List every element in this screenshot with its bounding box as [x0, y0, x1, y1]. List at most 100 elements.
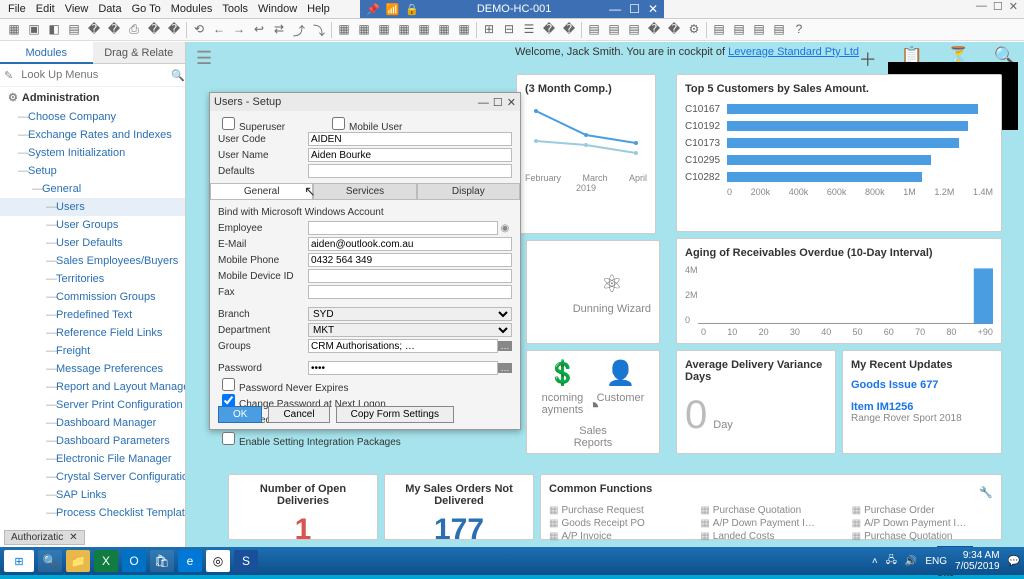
- menu-go-to[interactable]: Go To: [132, 3, 161, 15]
- task-edge-icon[interactable]: e: [178, 550, 202, 572]
- toolbar-btn-23[interactable]: ▦: [436, 22, 452, 38]
- task-outlook-icon[interactable]: O: [122, 550, 146, 572]
- toolbar-btn-0[interactable]: ▦: [6, 22, 22, 38]
- ok-button[interactable]: OK: [218, 406, 262, 423]
- close-button[interactable]: ✕: [648, 2, 658, 16]
- toolbar-btn-19[interactable]: ▦: [356, 22, 372, 38]
- pwd-never-checkbox[interactable]: [222, 378, 235, 391]
- common-purchase-quotation[interactable]: ▦Purchase Quotation: [700, 505, 841, 516]
- common-landed-costs[interactable]: ▦Landed Costs: [700, 531, 841, 541]
- toolbar-btn-3[interactable]: ▤: [66, 22, 82, 38]
- nav-system-initialization[interactable]: —System Initialization: [0, 144, 185, 162]
- department-select[interactable]: MKT: [308, 323, 512, 337]
- tray-sound-icon[interactable]: 🔊: [905, 556, 917, 567]
- menu-help[interactable]: Help: [307, 3, 330, 15]
- toolbar-btn-24[interactable]: ▦: [456, 22, 472, 38]
- nav-territories[interactable]: —Territories: [0, 270, 185, 288]
- toolbar-btn-5[interactable]: �: [106, 22, 122, 38]
- toolbar-btn-26[interactable]: ⊞: [481, 22, 497, 38]
- toolbar-btn-30[interactable]: �: [561, 22, 577, 38]
- toolbar-btn-33[interactable]: ▤: [606, 22, 622, 38]
- tab-drag-relate[interactable]: Drag & Relate: [93, 42, 186, 64]
- mobile-id-input[interactable]: [308, 269, 512, 283]
- sales-reports[interactable]: ◔Sales Reports: [560, 393, 626, 449]
- toolbar-btn-39[interactable]: ▤: [711, 22, 727, 38]
- defaults-input[interactable]: [308, 164, 512, 178]
- nav-users[interactable]: —Users: [0, 198, 185, 216]
- nav-dashboard-parameters[interactable]: —Dashboard Parameters: [0, 432, 185, 450]
- menu-modules[interactable]: Modules: [171, 3, 213, 15]
- toolbar-btn-2[interactable]: ◧: [46, 22, 62, 38]
- tray-network-icon[interactable]: 🖧: [886, 553, 897, 570]
- branch-select[interactable]: SYD: [308, 307, 512, 321]
- subtab-services[interactable]: Services: [313, 183, 416, 200]
- nav-commission-groups[interactable]: —Commission Groups: [0, 288, 185, 306]
- dialog-titlebar[interactable]: Users - Setup —☐✕: [210, 93, 520, 111]
- nav-predefined-text[interactable]: —Predefined Text: [0, 306, 185, 324]
- task-store-icon[interactable]: 🛍: [150, 550, 174, 572]
- employee-picker-icon[interactable]: ◉: [498, 223, 512, 234]
- minimize-button[interactable]: —: [609, 2, 621, 16]
- nav-tree[interactable]: —Choose Company—Exchange Rates and Index…: [0, 108, 185, 547]
- cockpit-link[interactable]: Leverage Standard Pty Ltd: [728, 46, 859, 58]
- tray-up-icon[interactable]: ˄: [872, 556, 878, 567]
- toolbar-btn-27[interactable]: ⊟: [501, 22, 517, 38]
- groups-more-icon[interactable]: …: [498, 341, 512, 351]
- nav-exchange-rates-and-indexes[interactable]: —Exchange Rates and Indexes: [0, 126, 185, 144]
- fax-input[interactable]: [308, 285, 512, 299]
- nav-message-preferences[interactable]: —Message Preferences: [0, 360, 185, 378]
- toolbar-btn-7[interactable]: �: [146, 22, 162, 38]
- toolbar-btn-37[interactable]: ⚙: [686, 22, 702, 38]
- common-a-p-invoice[interactable]: ▦A/P Invoice: [549, 531, 690, 541]
- task-chrome-icon[interactable]: ◎: [206, 550, 230, 572]
- search-icon[interactable]: 🔍: [171, 69, 185, 82]
- nav-report-and-layout-manager[interactable]: —Report and Layout Manager: [0, 378, 185, 396]
- nav-sap-links[interactable]: —SAP Links: [0, 486, 185, 504]
- outer-minimize[interactable]: —: [976, 0, 987, 13]
- nav-general[interactable]: —General: [0, 180, 185, 198]
- windows-taskbar[interactable]: ⊞ 🔍 📁 X O 🛍 e ◎ S ˄ 🖧 🔊 ENG 9:34 AM7/05/…: [0, 547, 1024, 575]
- nav-reference-field-links[interactable]: —Reference Field Links: [0, 324, 185, 342]
- toolbar-btn-41[interactable]: ▤: [751, 22, 767, 38]
- common-a-p-down-payment-i-[interactable]: ▦A/P Down Payment I…: [852, 518, 993, 529]
- nav-dashboard-manager[interactable]: —Dashboard Manager: [0, 414, 185, 432]
- menu-window[interactable]: Window: [258, 3, 297, 15]
- open-window-tab[interactable]: Authorizatic✕: [4, 530, 85, 545]
- common-purchase-request[interactable]: ▦Purchase Request: [549, 505, 690, 516]
- enable-pkg-checkbox[interactable]: [222, 432, 235, 445]
- toolbar-btn-28[interactable]: ☰: [521, 22, 537, 38]
- password-input[interactable]: [308, 361, 498, 375]
- task-excel-icon[interactable]: X: [94, 550, 118, 572]
- toolbar-btn-34[interactable]: ▤: [626, 22, 642, 38]
- plus-icon[interactable]: ＋: [859, 46, 877, 72]
- user-name-input[interactable]: [308, 148, 512, 162]
- dunning-wizard[interactable]: ⚛Dunning Wizard: [573, 270, 651, 315]
- toolbar-btn-43[interactable]: ?: [791, 22, 807, 38]
- nav-crystal-server-configuration[interactable]: —Crystal Server Configuration: [0, 468, 185, 486]
- nav-server-print-configuration[interactable]: —Server Print Configuration: [0, 396, 185, 414]
- menu-view[interactable]: View: [65, 3, 89, 15]
- common-a-p-down-payment-i-[interactable]: ▦A/P Down Payment I…: [700, 518, 841, 529]
- common-purchase-order[interactable]: ▦Purchase Order: [852, 505, 993, 516]
- nav-electronic-file-manager[interactable]: —Electronic File Manager: [0, 450, 185, 468]
- recent-link-2[interactable]: Item IM1256: [851, 401, 993, 413]
- toolbar-btn-22[interactable]: ▦: [416, 22, 432, 38]
- password-more-icon[interactable]: …: [498, 363, 512, 373]
- toolbar-btn-18[interactable]: ▦: [336, 22, 352, 38]
- task-folder-icon[interactable]: 📁: [66, 550, 90, 572]
- card-sales-orders[interactable]: My Sales Orders Not Delivered 177: [384, 474, 534, 540]
- groups-input[interactable]: [308, 339, 498, 353]
- toolbar-btn-15[interactable]: ⤴: [291, 22, 307, 38]
- dlg-min[interactable]: —: [478, 97, 489, 109]
- pencil-icon[interactable]: ✎: [4, 69, 13, 82]
- nav-setup[interactable]: —Setup: [0, 162, 185, 180]
- mobile-phone-input[interactable]: [308, 253, 512, 267]
- common-purchase-quotation[interactable]: ▦Purchase Quotation: [852, 531, 993, 541]
- toolbar-btn-6[interactable]: ⎙: [126, 22, 142, 38]
- toolbar-btn-16[interactable]: ⤵: [311, 22, 327, 38]
- toolbar-btn-8[interactable]: �: [166, 22, 182, 38]
- cancel-button[interactable]: Cancel: [268, 406, 329, 423]
- menu-tools[interactable]: Tools: [222, 3, 248, 15]
- close-tab-icon[interactable]: ✕: [69, 532, 77, 543]
- nav-freight[interactable]: —Freight: [0, 342, 185, 360]
